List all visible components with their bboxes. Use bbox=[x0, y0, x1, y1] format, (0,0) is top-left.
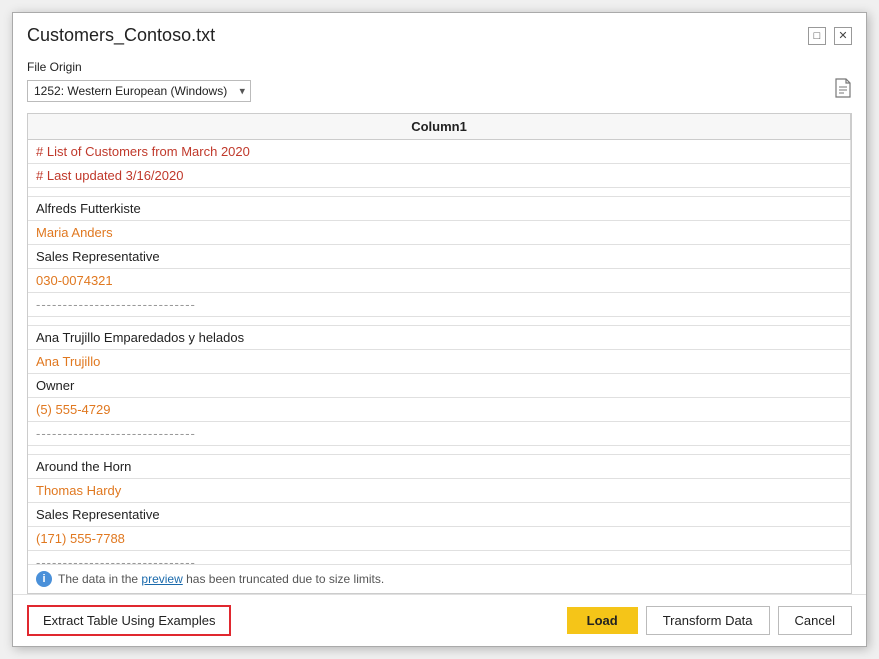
table-row: Alfreds Futterkiste bbox=[28, 197, 851, 221]
table-row: Ana Trujillo Emparedados y helados bbox=[28, 326, 851, 350]
close-button[interactable]: ✕ bbox=[834, 27, 852, 45]
file-origin-row: 1252: Western European (Windows) 65001: … bbox=[27, 78, 852, 103]
table-row: # List of Customers from March 2020 bbox=[28, 140, 851, 164]
table-row: ------------------------------ bbox=[28, 293, 851, 317]
data-table: Column1 # List of Customers from March 2… bbox=[28, 114, 851, 564]
table-row: (171) 555-7788 bbox=[28, 527, 851, 551]
table-row: (5) 555-4729 bbox=[28, 398, 851, 422]
file-origin-select[interactable]: 1252: Western European (Windows) 65001: … bbox=[27, 80, 251, 102]
table-scroll-area[interactable]: Column1 # List of Customers from March 2… bbox=[28, 114, 851, 564]
table-row: 030-0074321 bbox=[28, 269, 851, 293]
title-bar: Customers_Contoso.txt □ ✕ bbox=[13, 13, 866, 54]
preview-link[interactable]: preview bbox=[141, 572, 182, 586]
table-row: Owner bbox=[28, 374, 851, 398]
load-button[interactable]: Load bbox=[567, 607, 638, 634]
table-row: Ana Trujillo bbox=[28, 350, 851, 374]
table-row: # Last updated 3/16/2020 bbox=[28, 164, 851, 188]
table-row: Around the Horn bbox=[28, 455, 851, 479]
table-row: Maria Anders bbox=[28, 221, 851, 245]
dialog-title: Customers_Contoso.txt bbox=[27, 25, 215, 46]
table-row: Sales Representative bbox=[28, 245, 851, 269]
extract-table-button[interactable]: Extract Table Using Examples bbox=[27, 605, 231, 636]
window-controls: □ ✕ bbox=[808, 27, 852, 45]
table-row bbox=[28, 317, 851, 326]
footer: Extract Table Using Examples Load Transf… bbox=[13, 594, 866, 646]
truncation-notice: i The data in the preview has been trunc… bbox=[28, 564, 851, 593]
file-origin-select-wrapper[interactable]: 1252: Western European (Windows) 65001: … bbox=[27, 80, 251, 102]
content-area: File Origin 1252: Western European (Wind… bbox=[13, 54, 866, 594]
table-row bbox=[28, 446, 851, 455]
table-row bbox=[28, 188, 851, 197]
file-icon[interactable] bbox=[834, 78, 852, 103]
minimize-button[interactable]: □ bbox=[808, 27, 826, 45]
table-row: ------------------------------ bbox=[28, 551, 851, 565]
truncation-text: The data in the preview has been truncat… bbox=[58, 572, 384, 586]
table-row: Sales Representative bbox=[28, 503, 851, 527]
main-dialog: Customers_Contoso.txt □ ✕ File Origin 12… bbox=[12, 12, 867, 647]
info-icon: i bbox=[36, 571, 52, 587]
table-container: Column1 # List of Customers from March 2… bbox=[27, 113, 852, 594]
transform-data-button[interactable]: Transform Data bbox=[646, 606, 770, 635]
column-header: Column1 bbox=[28, 114, 851, 140]
cancel-button[interactable]: Cancel bbox=[778, 606, 852, 635]
table-row: ------------------------------ bbox=[28, 422, 851, 446]
table-row: Thomas Hardy bbox=[28, 479, 851, 503]
file-origin-label: File Origin bbox=[27, 60, 852, 74]
